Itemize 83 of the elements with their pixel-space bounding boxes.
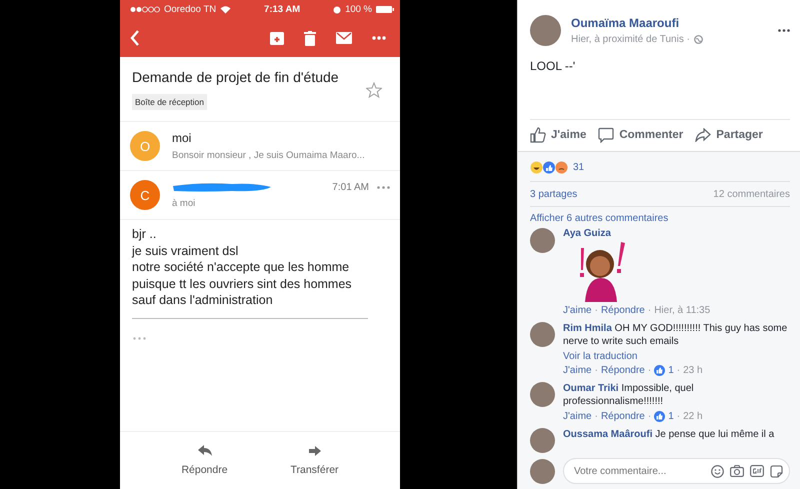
like-count[interactable]: 1 [668, 411, 674, 422]
comment-text: Rim Hmila OH MY GOD!!!!!!!!!! This guy has some nerve to write such emails [563, 322, 788, 348]
separator-dot: · [648, 411, 652, 422]
gif-icon[interactable] [750, 465, 764, 477]
reply-icon[interactable] [198, 445, 212, 456]
comments-count[interactable]: 12 commentaires [713, 189, 790, 200]
avatar: C [130, 180, 160, 210]
comment-action-link[interactable]: J'aime [563, 305, 592, 316]
carrier-name: Ooredoo TN [164, 4, 216, 15]
comment-action-link[interactable]: J'aime [563, 411, 592, 422]
speech-bubble-icon [598, 127, 614, 143]
post-meta: Hier, à proximité de Tunis · [571, 34, 690, 45]
avatar [530, 458, 555, 484]
battery-icon [376, 6, 394, 13]
separator-dot: · [594, 411, 598, 422]
trash-icon[interactable] [304, 30, 316, 46]
separator-dot: · [676, 365, 680, 376]
post-action-button[interactable]: Commenter [598, 127, 684, 143]
more-comments-link[interactable]: Afficher 6 autres commentaires [530, 207, 790, 228]
post-action-button[interactable]: Partager [695, 127, 763, 143]
wifi-icon [220, 5, 232, 14]
comment-text: Oumar Triki Impossible, quel professionnalisme!!!!!!! [563, 382, 695, 408]
author-name[interactable]: Oumaïma Maaroufi [571, 16, 768, 30]
shares-link[interactable]: 3 partages [530, 189, 578, 200]
more-icon[interactable] [778, 29, 790, 32]
comment-action-link[interactable]: Répondre [600, 411, 645, 422]
comment-action-link[interactable]: J'aime [563, 365, 592, 376]
archive-icon[interactable] [270, 32, 284, 44]
signal-icon [130, 6, 160, 13]
commenter-name[interactable]: Oussama Maâroufi [563, 429, 652, 440]
commenter-name[interactable]: Rim Hmila [563, 323, 612, 334]
avatar [530, 382, 555, 407]
commenter-name[interactable]: Aya Guiza [563, 228, 790, 239]
message-body: bjr .. je suis vraiment dsl notre société n'accepte que les homme puisque tt les ouvriers sint des hommes sauf dans l'administration [130, 226, 353, 309]
comment-field[interactable]: Votre commentaire... [563, 458, 790, 484]
commenter-name[interactable]: Oumar Triki [563, 383, 619, 394]
comment-time[interactable]: 23 h [683, 365, 703, 376]
recipient-text: à moi [172, 198, 196, 209]
clock-time: 7:13 AM [264, 4, 300, 15]
comment-input[interactable]: Votre commentaire... [572, 464, 711, 478]
camera-icon[interactable] [730, 465, 744, 477]
like-badge-icon [654, 411, 666, 422]
star-icon[interactable] [366, 82, 382, 98]
message-time: 7:01 AM [332, 182, 369, 192]
avatar: O [130, 131, 160, 161]
action-link[interactable]: Répondre [181, 464, 228, 476]
email-subject: Demande de projet de fin d'étude [132, 69, 339, 85]
mail-icon[interactable] [336, 32, 352, 44]
comment-action-link[interactable]: Répondre [600, 305, 645, 316]
back-icon[interactable] [130, 30, 140, 46]
like-badge-icon [654, 365, 666, 376]
avatar [530, 15, 561, 46]
separator-dot: · [648, 365, 652, 376]
more-icon[interactable] [372, 36, 386, 40]
alarm-icon [333, 6, 342, 14]
comment-action-link[interactable]: Répondre [600, 365, 645, 376]
separator-dot: · [594, 305, 598, 316]
reaction-icons[interactable] [530, 161, 570, 174]
comment-time[interactable]: Hier, à 11:35 [654, 305, 710, 316]
emoji-icon[interactable] [711, 464, 724, 478]
message-preview: Bonsoir monsieur , Je suis Oumaima Maaro... [172, 150, 366, 161]
battery-percent: 100 % [345, 4, 372, 15]
separator-dot: · [676, 411, 680, 422]
translate-link[interactable]: Voir la traduction [563, 351, 790, 362]
comment-text: Oussama Maâroufi Je pense que lui même il a [563, 428, 776, 441]
sender-name: moi [172, 131, 192, 145]
avatar [530, 228, 555, 253]
forward-icon[interactable] [308, 446, 320, 456]
thumbs-up-icon [530, 127, 546, 143]
sticker-icon[interactable] [770, 464, 783, 478]
post-text: LOOL --' [530, 58, 576, 75]
comment-time[interactable]: 22 h [683, 411, 703, 422]
separator-dot: · [648, 305, 652, 316]
inbox-label: Boîte de réception [132, 94, 207, 110]
globe-icon [694, 35, 703, 44]
reaction-count[interactable]: 31 [573, 162, 584, 173]
post-action-button[interactable]: J'aime [530, 127, 586, 143]
avatar [530, 428, 555, 453]
like-count[interactable]: 1 [668, 365, 674, 376]
share-arrow-icon [695, 128, 712, 142]
action-link[interactable]: Transférer [290, 464, 339, 476]
separator-dot: · [594, 365, 598, 376]
avatar [530, 322, 555, 347]
